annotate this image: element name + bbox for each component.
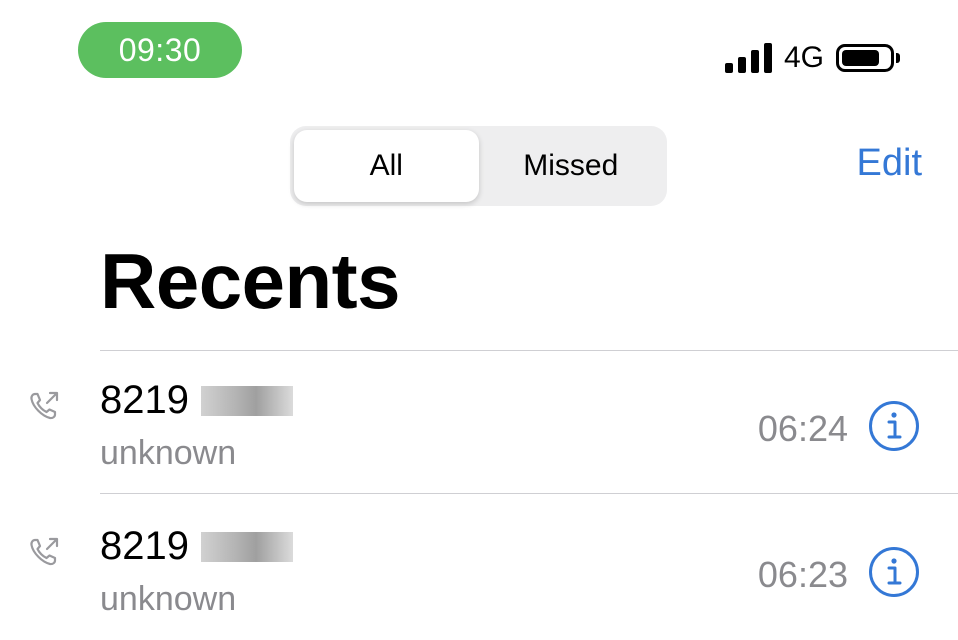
call-number-text: 8219	[100, 378, 189, 422]
segment-all[interactable]: All	[294, 130, 479, 202]
call-label: unknown	[100, 434, 237, 472]
info-icon[interactable]	[868, 400, 920, 452]
edit-button[interactable]: Edit	[857, 142, 922, 185]
call-row[interactable]: 8219 unknown 06:24	[0, 354, 958, 494]
filter-segmented-control: All Missed	[290, 126, 667, 206]
status-indicators: 4G	[724, 40, 900, 76]
network-type: 4G	[783, 41, 824, 74]
call-label: unknown	[100, 580, 237, 618]
list-divider	[100, 350, 958, 351]
call-row[interactable]: 8219 unknown 06:23	[0, 500, 958, 640]
info-icon[interactable]	[868, 546, 920, 598]
battery-level	[842, 50, 879, 66]
call-number: 8219	[100, 524, 293, 569]
status-time: 09:30	[78, 22, 242, 78]
call-time: 06:24	[757, 408, 848, 449]
battery-icon	[836, 44, 900, 72]
outgoing-call-icon	[30, 537, 59, 566]
redacted-block	[200, 531, 293, 562]
call-number: 8219	[100, 378, 293, 423]
call-number-text: 8219	[100, 524, 189, 568]
page-title: Recents	[100, 237, 400, 325]
signal-strength-icon	[724, 43, 772, 73]
segment-missed[interactable]: Missed	[479, 130, 664, 202]
redacted-block	[200, 385, 293, 416]
outgoing-call-icon	[30, 391, 59, 420]
call-time: 06:23	[757, 554, 848, 595]
